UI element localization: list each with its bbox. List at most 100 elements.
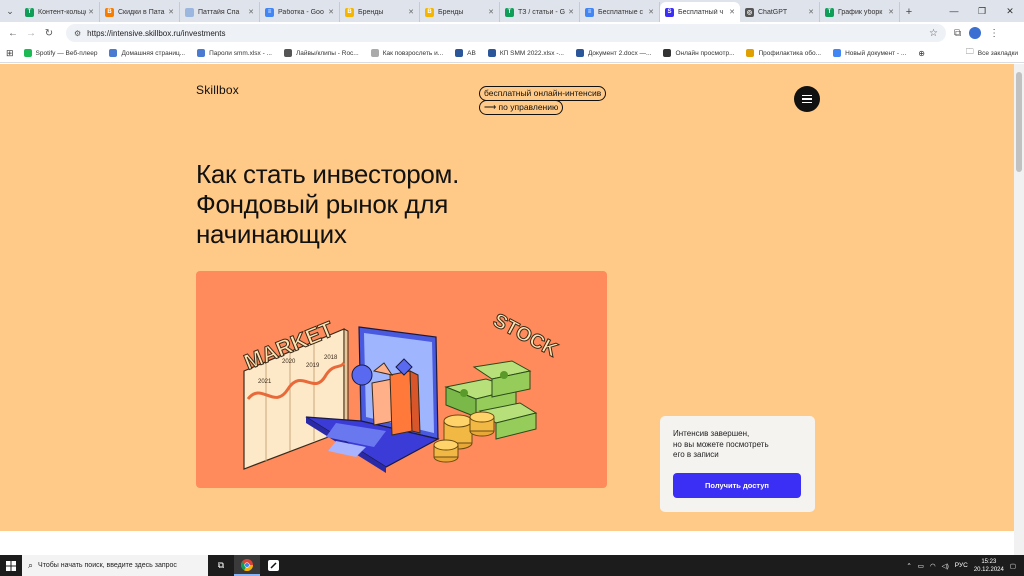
clock[interactable]: 15:23 20.12.2024 (974, 558, 1004, 574)
bookmark-favicon-icon (284, 49, 292, 57)
reload-icon[interactable]: ↻ (40, 28, 58, 39)
year-label: 2021 (258, 379, 272, 385)
bookmark-item[interactable]: Spotify — Веб-плеер (23, 49, 97, 57)
slides-icon: B (345, 7, 354, 17)
all-bookmarks[interactable]: 🗀 Все закладки (966, 46, 1018, 60)
bookmark-item[interactable]: КП SMM 2022.xlsx -... (487, 49, 564, 57)
browser-tab[interactable]: Паттайя Спа ✕ (180, 2, 260, 22)
wifi-icon[interactable]: ◠ (930, 562, 936, 570)
investing-illustration: 2021 2020 2019 2018 MARKET STOCK (240, 309, 562, 473)
bookmarks-bar: ⊞ Spotify — Веб-плеер Домашняя страниц...… (0, 44, 1024, 63)
profile-avatar[interactable] (969, 27, 982, 39)
minimize-icon[interactable]: — (940, 6, 968, 16)
chrome-icon[interactable] (234, 555, 260, 576)
browser-tab[interactable]: T ТЗ / статьи - G ✕ (500, 2, 580, 22)
title-line-2: Фондовый рынок для (196, 189, 449, 219)
browser-tab[interactable]: ≡ Работка - Goo ✕ (260, 2, 340, 22)
windows-start-icon[interactable] (0, 555, 22, 576)
address-bar[interactable]: ⚙ https://intensive.skillbox.ru/investme… (66, 24, 946, 42)
close-tab-icon[interactable]: ✕ (729, 8, 735, 16)
close-tab-icon[interactable]: ✕ (888, 8, 894, 16)
close-tab-icon[interactable]: ✕ (248, 8, 254, 16)
bookmark-label: Домашняя страниц... (121, 49, 186, 57)
next-section (0, 531, 1014, 555)
bookmark-item[interactable]: Домашняя страниц... (109, 49, 185, 57)
bookmark-label: Пароли smm.xlsx - ... (209, 49, 272, 57)
bookmark-item[interactable]: AB (455, 49, 476, 57)
bookmark-item[interactable]: Онлайн просмотр... (663, 49, 734, 57)
bookmark-item[interactable]: Новый документ - ... (833, 49, 906, 57)
restore-icon[interactable]: ❐ (968, 6, 996, 17)
bookmark-globe-icon[interactable]: ⊕ (918, 49, 925, 58)
docs-icon: ≡ (585, 7, 594, 17)
extensions-icon[interactable]: ⧉ (954, 28, 961, 39)
tab-strip: ⌄ T Контент-кольцо ✕ B Скидки в Пата ✕ Паттайя… (0, 0, 1024, 22)
task-view-icon[interactable]: ⧉ (208, 555, 234, 576)
chatgpt-icon: ◎ (745, 7, 754, 17)
bookmark-label: AB (467, 49, 476, 57)
more-menu-icon[interactable]: ⋮ (989, 28, 999, 39)
browser-tab[interactable]: B Скидки в Пата ✕ (100, 2, 180, 22)
close-tab-icon[interactable]: ✕ (568, 8, 574, 16)
taskbar-search-input[interactable]: ⌕ Чтобы начать поиск, введите здесь запр… (22, 555, 208, 576)
browser-tab[interactable]: S Бесплатный ч ✕ (660, 2, 740, 22)
browser-tab[interactable]: T Контент-кольцо ✕ (20, 2, 100, 22)
tab-title: ТЗ / статьи - G (518, 8, 566, 16)
bookmark-item[interactable]: Профилактика обо... (746, 49, 821, 57)
close-tab-icon[interactable]: ✕ (88, 8, 94, 16)
hero-illustration: 2021 2020 2019 2018 MARKET STOCK (196, 271, 607, 488)
search-placeholder: Чтобы начать поиск, введите здесь запрос (38, 562, 177, 569)
scrollbar-thumb[interactable] (1016, 72, 1022, 172)
bookmark-item[interactable]: Лайвы/клипы - Roc... (284, 49, 359, 57)
browser-tab[interactable]: B Бренды ✕ (340, 2, 420, 22)
close-tab-icon[interactable]: ✕ (408, 8, 414, 16)
bookmark-label: КП SMM 2022.xlsx -... (499, 49, 564, 57)
bookmark-item[interactable]: Пароли smm.xlsx - ... (197, 49, 272, 57)
skillbox-logo[interactable]: Skillbox (196, 83, 239, 97)
app-icon[interactable] (260, 555, 286, 576)
close-window-icon[interactable]: ✕ (996, 6, 1024, 17)
tab-list: T Контент-кольцо ✕ B Скидки в Пата ✕ Паттайя С… (20, 0, 900, 22)
tab-title: Контент-кольцо (38, 8, 87, 16)
bookmark-favicon-icon (663, 49, 672, 57)
back-icon[interactable]: ← (4, 28, 22, 39)
browser-tab[interactable]: T График уборк ✕ (820, 2, 900, 22)
get-access-button[interactable]: Получить доступ (673, 473, 801, 498)
bookmark-item[interactable]: Документ 2.docx —... (575, 49, 651, 57)
network-icon[interactable]: ▭ (918, 562, 924, 570)
new-tab-button[interactable]: + (900, 2, 918, 22)
slides-icon: B (425, 7, 434, 17)
tab-title: Работка - Goo (278, 8, 324, 16)
close-tab-icon[interactable]: ✕ (648, 8, 654, 16)
page-title: Как стать инвестором. Фондовый рынок для… (196, 159, 616, 249)
forward-icon[interactable]: → (22, 28, 40, 39)
tab-title: Бесплатный ч (678, 8, 724, 16)
close-tab-icon[interactable]: ✕ (328, 8, 334, 16)
apps-icon[interactable]: ⊞ (6, 48, 14, 59)
close-tab-icon[interactable]: ✕ (488, 8, 494, 16)
close-tab-icon[interactable]: ✕ (168, 8, 174, 16)
page-icon (185, 7, 194, 17)
language-indicator[interactable]: РУС (955, 562, 968, 569)
tab-title: Бренды (358, 8, 384, 16)
hamburger-menu-button[interactable] (794, 86, 820, 112)
browser-tab[interactable]: ◎ ChatGPT ✕ (740, 2, 820, 22)
bookmark-item[interactable]: Как повзрослеть и... (370, 49, 443, 57)
bookmark-star-icon[interactable]: ☆ (929, 28, 938, 39)
title-line-3: начинающих (196, 219, 347, 249)
notifications-icon[interactable]: ▢ (1010, 562, 1016, 570)
site-info-icon[interactable]: ⚙ (74, 29, 81, 38)
url-text[interactable]: https://intensive.skillbox.ru/investment… (87, 29, 929, 38)
browser-tab[interactable]: ≡ Бесплатные с ✕ (580, 2, 660, 22)
stock-label: STOCK (489, 309, 561, 361)
blogger-icon: B (105, 7, 114, 17)
page-scrollbar[interactable] (1014, 64, 1024, 555)
browser-tab[interactable]: B Бренды ✕ (420, 2, 500, 22)
search-icon: ⌕ (28, 560, 34, 570)
bookmark-favicon-icon (746, 49, 755, 57)
volume-icon[interactable]: ◁) (942, 562, 949, 570)
close-tab-icon[interactable]: ✕ (808, 8, 814, 16)
chevron-up-icon[interactable]: ⌃ (906, 562, 911, 570)
tab-search-icon[interactable]: ⌄ (0, 0, 20, 22)
all-bookmarks-label: Все закладки (977, 49, 1018, 57)
